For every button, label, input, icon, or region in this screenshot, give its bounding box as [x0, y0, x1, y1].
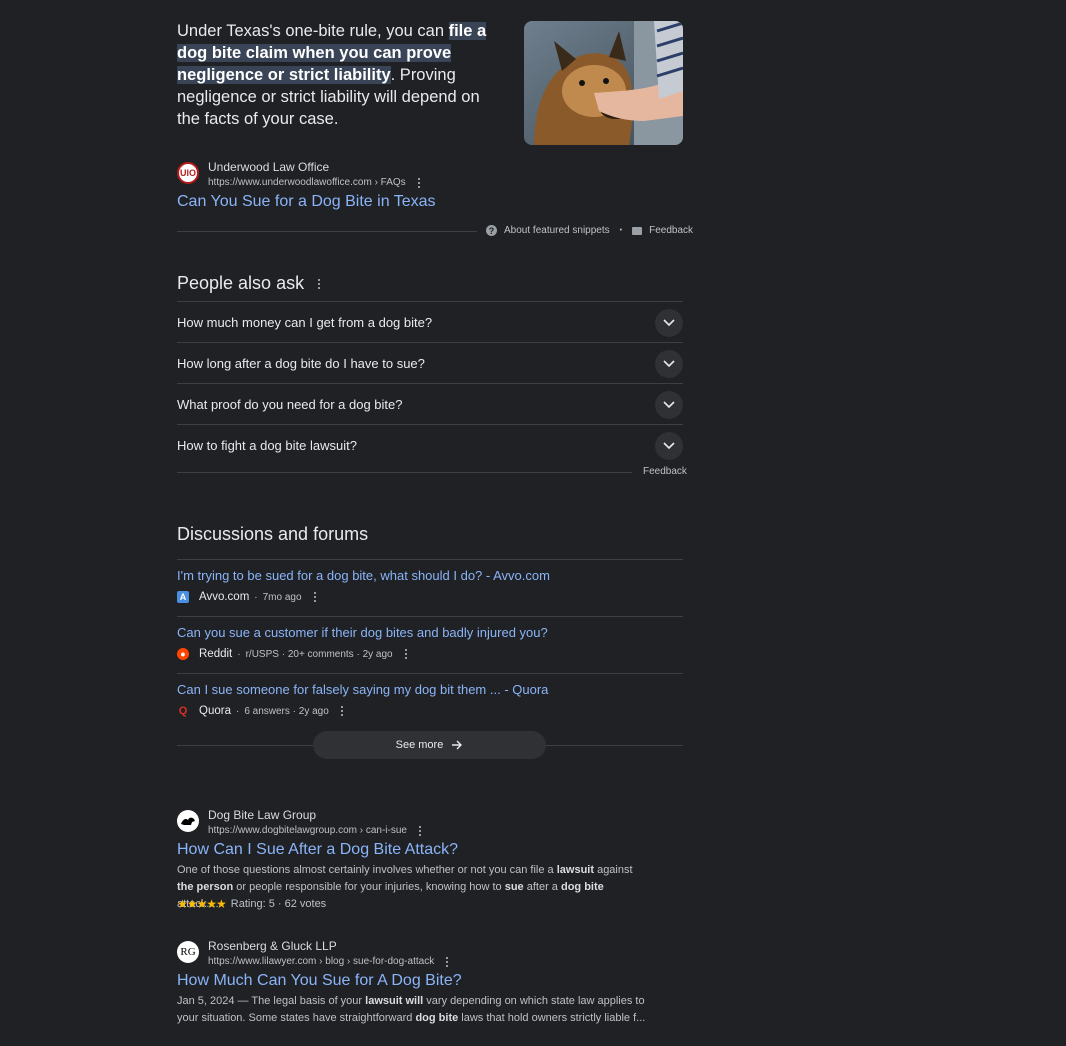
forum-meta-text: 6 answers · 2y ago — [244, 705, 329, 717]
star-rating-icon: ★★★★★ — [177, 897, 227, 911]
see-more-label: See more — [395, 739, 444, 751]
source-url: https://www.dogbitelawgroup.com › can-i-… — [208, 825, 407, 836]
footer-separator: • — [619, 227, 623, 234]
more-options-icon[interactable] — [310, 591, 320, 603]
snippet-title-link[interactable]: Can You Sue for a Dog Bite in Texas — [177, 192, 436, 212]
more-options-icon[interactable] — [442, 956, 452, 968]
snippet-text-before: Under Texas's one-bite rule, you can — [177, 22, 449, 40]
more-options-icon[interactable] — [414, 177, 424, 189]
paa-question[interactable]: How long after a dog bite do I have to s… — [177, 342, 683, 384]
quora-icon: Q — [178, 705, 188, 717]
result-snippet: Jan 5, 2024 — The legal basis of your la… — [177, 995, 646, 1024]
see-more-button[interactable]: See more — [313, 731, 546, 759]
forum-meta-text: 7mo ago — [262, 591, 302, 603]
more-options-icon[interactable] — [415, 825, 425, 837]
reddit-icon: ● — [177, 648, 189, 660]
paa-question-text: How long after a dog bite do I have to s… — [177, 356, 425, 371]
paa-question[interactable]: How to fight a dog bite lawsuit? — [177, 424, 683, 466]
paa-divider — [177, 472, 632, 473]
discussions-heading-text: Discussions and forums — [177, 524, 369, 544]
forum-site: Avvo.com — [199, 591, 250, 603]
source-url-row: https://www.underwoodlawoffice.com › FAQ… — [208, 175, 424, 191]
paa-question-text: What proof do you need for a dog bite? — [177, 397, 403, 412]
arrow-right-icon — [452, 740, 463, 750]
snippet-footer: ? About featured snippets • Feedback — [486, 225, 693, 236]
paa-question-text: How much money can I get from a dog bite… — [177, 315, 433, 330]
forum-meta: ● Reddit · r/USPS · 20+ comments · 2y ag… — [177, 648, 683, 660]
source-name: Underwood Law Office — [208, 160, 330, 174]
forum-divider — [177, 559, 683, 560]
source-url: https://www.lilawyer.com › blog › sue-fo… — [208, 956, 435, 967]
forum-title[interactable]: I'm trying to be sued for a dog bite, wh… — [177, 567, 683, 585]
source-url-row: https://www.dogbitelawgroup.com › can-i-… — [208, 823, 425, 839]
rating-text: Rating: 5 · 62 votes — [230, 898, 327, 910]
forum-item[interactable]: Can you sue a customer if their dog bite… — [177, 624, 683, 660]
result-title-link[interactable]: How Can I Sue After a Dog Bite Attack? — [177, 840, 458, 860]
forum-meta-text: r/USPS · 20+ comments · 2y ago — [245, 648, 393, 660]
forum-meta: A Avvo.com · 7mo ago — [177, 591, 683, 603]
result-rating: ★★★★★ Rating: 5 · 62 votes — [177, 897, 326, 911]
avvo-icon: A — [177, 591, 189, 603]
result-title-link[interactable]: How Much Can You Sue for A Dog Bite? — [177, 971, 462, 991]
underwood-favicon-text: UlO — [179, 168, 196, 178]
forum-divider — [177, 616, 683, 617]
paa-more-icon[interactable] — [314, 278, 324, 290]
paa-question[interactable]: How much money can I get from a dog bite… — [177, 301, 683, 343]
paa-question[interactable]: What proof do you need for a dog bite? — [177, 383, 683, 425]
forum-meta: Q Quora · 6 answers · 2y ago — [177, 705, 683, 717]
forum-title[interactable]: Can you sue a customer if their dog bite… — [177, 624, 683, 642]
dogbitelawgroup-favicon — [177, 810, 199, 832]
forum-site: Reddit — [199, 648, 233, 660]
paa-heading-text: People also ask — [177, 273, 305, 293]
source-url: https://www.underwoodlawoffice.com › FAQ… — [208, 177, 406, 188]
source-name: Dog Bite Law Group — [208, 808, 317, 822]
paa-feedback[interactable]: Feedback — [643, 466, 687, 477]
paa-question-text: How to fight a dog bite lawsuit? — [177, 438, 357, 453]
forum-site: Quora — [199, 705, 231, 717]
result-source[interactable]: Dog Bite Law Group https://www.dogbitela… — [177, 808, 425, 839]
source-url-row: https://www.lilawyer.com › blog › sue-fo… — [208, 954, 452, 970]
forum-divider — [177, 673, 683, 674]
source-name: Rosenberg & Gluck LLP — [208, 939, 337, 953]
result-source[interactable]: RG Rosenberg & Gluck LLP https://www.lil… — [177, 939, 452, 970]
snippet-divider — [177, 231, 477, 232]
paa-heading: People also ask — [177, 273, 324, 294]
dog-photo[interactable] — [524, 21, 683, 145]
feedback-icon[interactable] — [632, 226, 643, 235]
result-date: Jan 5, 2024 — — [177, 995, 252, 1007]
snippet-source[interactable]: UlO Underwood Law Office https://www.und… — [177, 160, 424, 191]
chevron-down-icon[interactable] — [655, 390, 683, 419]
discussions-heading: Discussions and forums — [177, 524, 368, 545]
featured-snippet-text: Under Texas's one-bite rule, you can fil… — [177, 20, 507, 130]
forum-title[interactable]: Can I sue someone for falsely saying my … — [177, 681, 683, 699]
forum-item[interactable]: I'm trying to be sued for a dog bite, wh… — [177, 567, 683, 603]
forum-item[interactable]: Can I sue someone for falsely saying my … — [177, 681, 683, 717]
more-options-icon[interactable] — [337, 705, 347, 717]
about-featured-snippets[interactable]: About featured snippets — [504, 225, 610, 236]
more-options-icon[interactable] — [401, 648, 411, 660]
chevron-down-icon[interactable] — [655, 308, 683, 337]
rosenberg-favicon: RG — [177, 941, 199, 963]
underwood-favicon: UlO — [177, 162, 199, 184]
question-icon[interactable]: ? — [486, 225, 497, 236]
snippet-feedback[interactable]: Feedback — [649, 225, 693, 236]
chevron-down-icon[interactable] — [655, 431, 683, 460]
chevron-down-icon[interactable] — [655, 349, 683, 378]
